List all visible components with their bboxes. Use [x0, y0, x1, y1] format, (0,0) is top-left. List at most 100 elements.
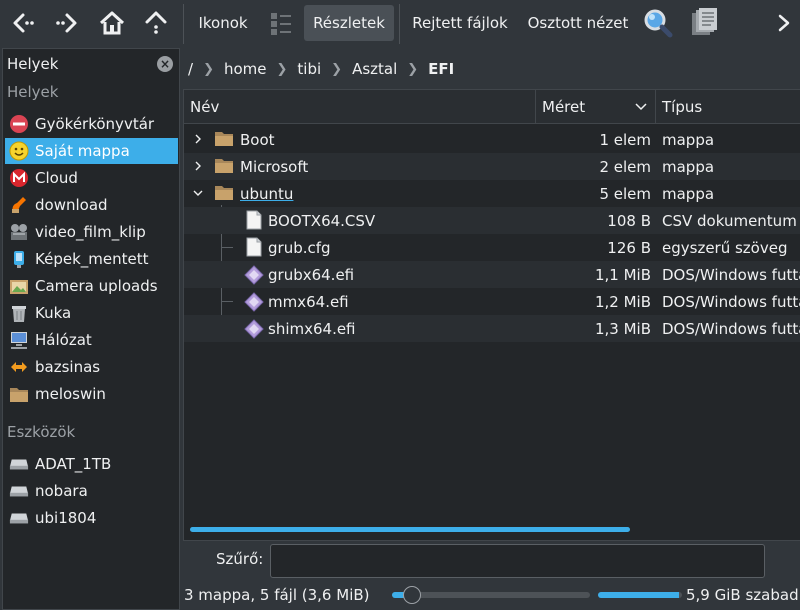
compact-view-icon	[271, 13, 291, 35]
details-view-label: Részletek	[313, 14, 385, 32]
hidden-files-button[interactable]: Rejtett fájlok	[406, 5, 514, 41]
search-button[interactable]	[640, 5, 676, 41]
file-row-microsoft[interactable]: Microsoft 2 elem mappa	[184, 153, 800, 180]
sidebar-item-label: Cloud	[35, 169, 78, 187]
file-row-grubx64-efi[interactable]: grubx64.efi 1,1 MiB DOS/Windows futtatha…	[184, 261, 800, 288]
filter-input[interactable]	[270, 544, 765, 578]
mega-icon	[9, 168, 29, 188]
file-type: mappa	[662, 184, 715, 203]
breadcrumb-item-tibi[interactable]: tibi	[293, 60, 325, 78]
executable-icon	[244, 265, 264, 285]
expander-collapsed-icon[interactable]	[192, 160, 204, 172]
preview-icon	[692, 8, 717, 35]
sidebar-item-bazsinas[interactable]: bazsinas	[5, 354, 178, 380]
column-header-type-label: Típus	[662, 97, 703, 116]
sidebar-item-camera-uploads[interactable]: Camera uploads	[5, 273, 178, 299]
smiley-icon	[9, 141, 29, 161]
expander-expanded-icon[interactable]	[192, 187, 204, 199]
sidebar-item-cloud[interactable]: Cloud	[5, 165, 178, 191]
file-name: BOOTX64.CSV	[268, 211, 376, 230]
sidebar-item-nobara[interactable]: nobara	[5, 478, 178, 504]
compact-view-button[interactable]	[264, 5, 298, 41]
sidebar-item-meloswin[interactable]: meloswin	[5, 381, 178, 407]
file-type: mappa	[662, 130, 715, 149]
details-view-button[interactable]: Részletek	[304, 5, 394, 41]
file-row-mmx64-efi[interactable]: mmx64.efi 1,2 MiB DOS/Windows futtatható	[184, 288, 800, 315]
trash-icon	[9, 303, 29, 323]
network-icon	[9, 330, 29, 350]
preview-button[interactable]	[686, 5, 722, 41]
video-icon	[9, 222, 29, 242]
chevron-right-icon	[778, 14, 790, 32]
sidebar-item-label: video_film_klip	[35, 223, 146, 241]
sidebar-item-label: download	[35, 196, 108, 214]
column-header-type[interactable]: Típus	[656, 90, 800, 124]
filter-label: Szűrő:	[216, 550, 264, 568]
breadcrumb-item-home[interactable]: home	[220, 60, 271, 78]
sidebar-item-label: meloswin	[35, 385, 106, 403]
more-toolbar-button[interactable]	[772, 5, 796, 41]
folder-icon	[215, 132, 233, 146]
split-view-label: Osztott nézet	[527, 14, 629, 32]
free-space-label: 5,9 GiB szabad	[686, 586, 799, 604]
places-panel: Helyek × Helyek Gyökérkönyvtár Saját map…	[2, 48, 180, 610]
file-row-bootx64-csv[interactable]: BOOTX64.CSV 108 B CSV dokumentum	[184, 207, 800, 234]
file-list-view[interactable]: Név Méret Típus Boot 1 elem mappa Micros…	[183, 89, 800, 541]
file-row-grub-cfg[interactable]: grub.cfg 126 B egyszerű szöveg	[184, 234, 800, 261]
file-type: CSV dokumentum	[662, 211, 797, 230]
up-button[interactable]	[138, 5, 174, 41]
zoom-slider[interactable]	[392, 592, 590, 598]
file-name: grubx64.efi	[268, 265, 355, 284]
sidebar-item-adat-1tb[interactable]: ADAT_1TB	[5, 451, 178, 477]
file-size: 1,1 MiB	[594, 265, 651, 284]
column-header-name[interactable]: Név	[184, 90, 536, 124]
horizontal-scrollbar[interactable]	[190, 527, 630, 532]
zoom-slider-handle[interactable]	[402, 586, 421, 604]
breadcrumb-current[interactable]: EFI	[424, 60, 458, 78]
sidebar-item-ubi1804[interactable]: ubi1804	[5, 505, 178, 531]
folder-icon	[215, 186, 233, 200]
split-view-button[interactable]: Osztott nézet	[522, 5, 634, 41]
back-button[interactable]	[6, 5, 42, 41]
sidebar-item-pictures[interactable]: Képek_mentett	[5, 246, 178, 272]
file-row-boot[interactable]: Boot 1 elem mappa	[184, 126, 800, 153]
file-row-shimx64-efi[interactable]: shimx64.efi 1,3 MiB DOS/Windows futtatha…	[184, 315, 800, 342]
file-size: 1 elem	[599, 130, 651, 149]
icons-view-label: Ikonok	[198, 14, 248, 32]
folder-icon	[9, 384, 29, 404]
sidebar-item-label: Saját mappa	[35, 142, 130, 160]
toolbar-separator	[183, 4, 184, 44]
close-icon[interactable]: ×	[157, 56, 173, 72]
column-header-size[interactable]: Méret	[536, 90, 656, 124]
home-button[interactable]	[94, 5, 130, 41]
column-header-name-label: Név	[190, 97, 220, 116]
file-type: DOS/Windows futtatható	[662, 265, 800, 284]
sidebar-item-root[interactable]: Gyökérkönyvtár	[5, 111, 178, 137]
free-space-bar-fill	[598, 592, 680, 598]
sidebar-item-home[interactable]: Saját mappa	[5, 138, 178, 164]
file-size: 5 elem	[599, 184, 651, 203]
places-panel-title: Helyek	[7, 55, 59, 73]
document-icon	[246, 210, 262, 230]
download-icon	[9, 195, 29, 215]
file-row-ubuntu[interactable]: ubuntu 5 elem mappa	[184, 180, 800, 207]
sort-chevron-down-icon	[635, 103, 647, 111]
expander-collapsed-icon[interactable]	[192, 133, 204, 145]
breadcrumb-item-asztal[interactable]: Asztal	[348, 60, 401, 78]
sidebar-item-download[interactable]: download	[5, 192, 178, 218]
places-section-header: Helyek	[7, 83, 59, 101]
file-name: shimx64.efi	[268, 319, 356, 338]
icons-view-button[interactable]: Ikonok	[190, 5, 256, 41]
file-name: mmx64.efi	[268, 292, 349, 311]
file-size: 2 elem	[599, 157, 651, 176]
forward-arrow-icon	[56, 13, 77, 33]
sidebar-item-label: Kuka	[35, 304, 72, 322]
sidebar-item-network[interactable]: Hálózat	[5, 327, 178, 353]
status-summary: 3 mappa, 5 fájl (3,6 MiB)	[184, 586, 370, 604]
free-space-bar	[598, 592, 682, 598]
forward-button[interactable]	[48, 5, 84, 41]
sidebar-item-video[interactable]: video_film_klip	[5, 219, 178, 245]
sidebar-item-label: Képek_mentett	[35, 250, 149, 268]
breadcrumb-root[interactable]: /	[184, 60, 197, 78]
sidebar-item-trash[interactable]: Kuka	[5, 300, 178, 326]
